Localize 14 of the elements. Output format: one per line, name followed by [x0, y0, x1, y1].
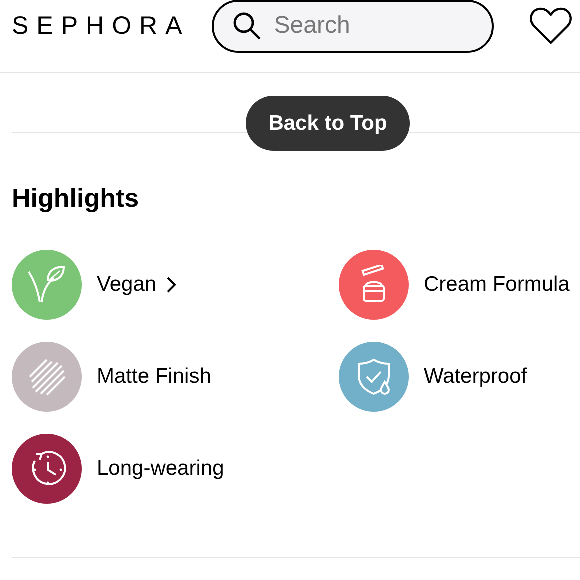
highlight-label[interactable]: Vegan [97, 273, 157, 297]
highlight-label: Waterproof [424, 365, 528, 389]
search-field[interactable]: Search [212, 0, 494, 52]
section-heading: Highlights [12, 183, 140, 215]
highlight-label: Cream Formula [424, 273, 570, 297]
back-to-top-button[interactable]: Back to Top [246, 96, 410, 151]
heart-icon[interactable] [529, 6, 573, 46]
sprout-icon [27, 265, 67, 305]
logo[interactable]: SEPHORA [12, 12, 190, 40]
highlight-label: Matte Finish [97, 365, 212, 389]
chevron-icon [166, 277, 176, 293]
stripes-icon [27, 357, 67, 397]
search-icon [232, 10, 262, 40]
highlight-label: Long-wearing [97, 457, 224, 481]
